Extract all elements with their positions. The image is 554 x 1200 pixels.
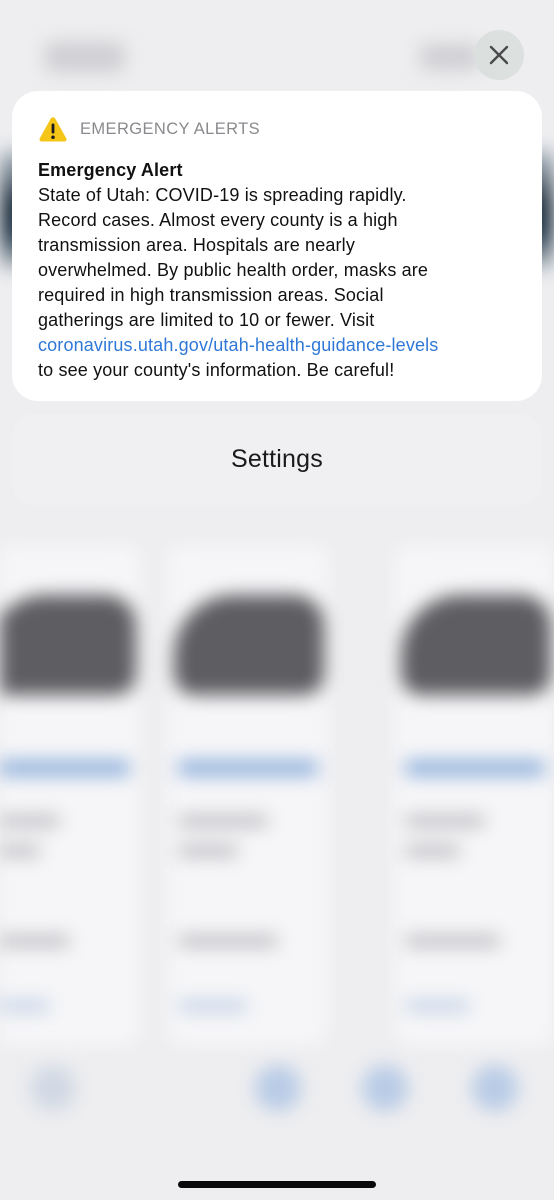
background-tab-icon xyxy=(472,1065,518,1111)
background-product-text xyxy=(0,935,70,947)
close-button[interactable] xyxy=(474,30,524,80)
home-indicator[interactable] xyxy=(178,1181,376,1188)
background-tab-icon xyxy=(30,1065,76,1111)
background-product-card xyxy=(168,545,328,1045)
settings-button[interactable]: Settings xyxy=(12,414,542,505)
background-product-text xyxy=(405,935,500,947)
background-tab-icon xyxy=(362,1065,408,1111)
background-blob xyxy=(45,42,125,72)
background-product-text xyxy=(0,1000,50,1012)
emergency-alert-card[interactable]: EMERGENCY ALERTS Emergency Alert State o… xyxy=(12,91,542,401)
background-tab-icon xyxy=(255,1065,301,1111)
background-blob xyxy=(420,44,480,70)
close-icon xyxy=(489,45,509,65)
background-product-text xyxy=(405,815,485,827)
background-product-link xyxy=(0,760,130,776)
alert-header: EMERGENCY ALERTS xyxy=(38,115,516,143)
background-product-text xyxy=(178,845,238,857)
background-product-link xyxy=(178,760,318,776)
alert-message-tail: to see your county's information. Be car… xyxy=(38,360,395,380)
background-product-text xyxy=(178,815,268,827)
alert-link[interactable]: coronavirus.utah.gov/utah-health-guidanc… xyxy=(38,333,516,358)
background-product-image xyxy=(0,595,136,695)
alert-message: State of Utah: COVID-19 is spreading rap… xyxy=(38,185,429,330)
background-product-card xyxy=(395,545,554,1045)
background-product-image xyxy=(401,595,551,695)
background-product-link xyxy=(405,760,545,776)
background-product-text xyxy=(0,845,40,857)
background-product-text xyxy=(405,1000,470,1012)
background-product-text xyxy=(178,935,278,947)
background-product-image xyxy=(174,595,324,695)
background-product-text xyxy=(178,1000,248,1012)
warning-icon xyxy=(39,117,67,142)
background-product-card xyxy=(0,545,140,1045)
alert-app-name: EMERGENCY ALERTS xyxy=(80,119,261,138)
alert-title: Emergency Alert xyxy=(38,160,183,180)
background-product-text xyxy=(405,845,460,857)
background-product-text xyxy=(0,815,60,827)
